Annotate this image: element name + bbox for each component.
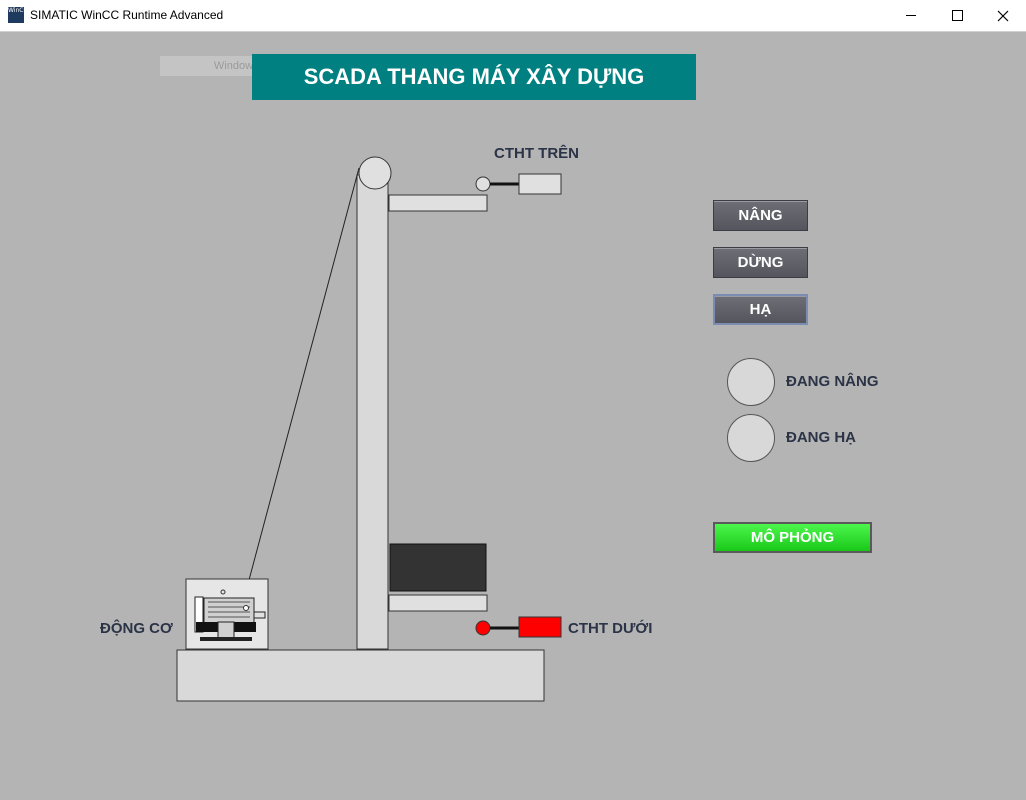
raising-indicator-label: ĐANG NÂNG [786, 373, 879, 390]
cabin-platform [388, 594, 488, 612]
motor-icon [185, 578, 269, 650]
motor-label: ĐỘNG CƠ [100, 620, 173, 637]
bottom-sensor-box [518, 616, 562, 638]
top-sensor-label: CTHT TRÊN [494, 145, 579, 162]
simulate-button[interactable]: MÔ PHỎNG [713, 522, 872, 553]
top-sensor-box [518, 173, 562, 195]
bottom-sensor-head [475, 620, 491, 636]
tower-column [356, 174, 389, 650]
raising-indicator-lamp [727, 358, 775, 406]
raise-button[interactable]: NÂNG [713, 200, 808, 231]
elevator-scene [176, 156, 562, 702]
top-sensor-head [475, 176, 491, 192]
lower-button[interactable]: HẠ [713, 294, 808, 325]
hoist-cable [248, 167, 360, 581]
tower-base [176, 649, 545, 702]
elevator-cabin [389, 543, 487, 592]
top-arm [388, 194, 488, 212]
bottom-sensor-label: CTHT DƯỚI [568, 620, 653, 637]
lowering-indicator-label: ĐANG HẠ [786, 429, 856, 446]
lowering-indicator-lamp [727, 414, 775, 462]
pulley [358, 156, 392, 190]
stop-button[interactable]: DỪNG [713, 247, 808, 278]
